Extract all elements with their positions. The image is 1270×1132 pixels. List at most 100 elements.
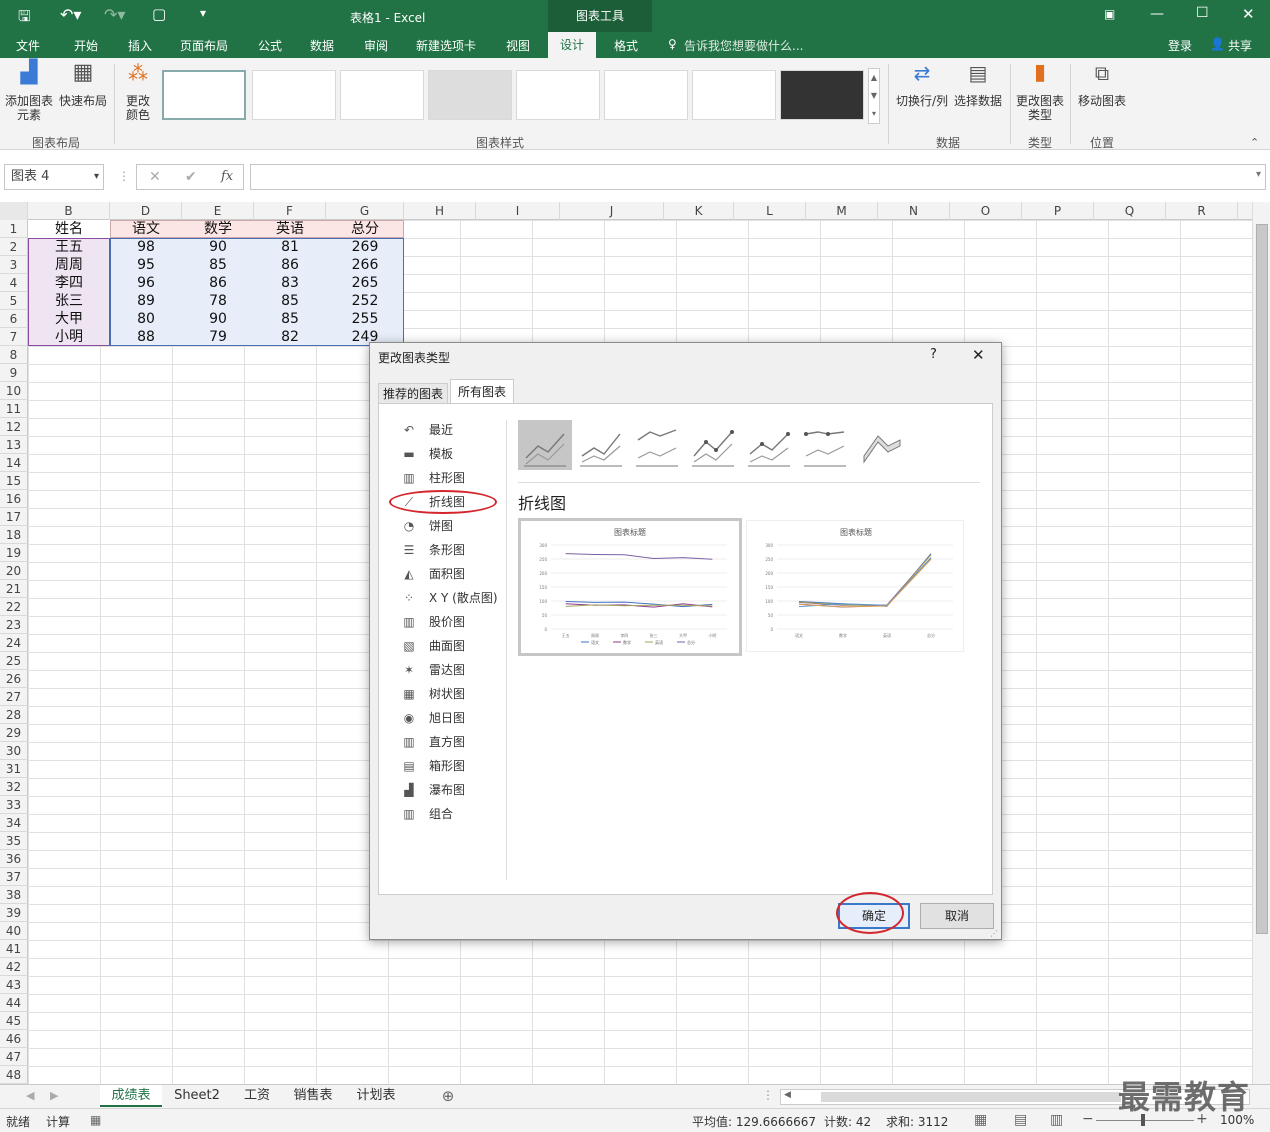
column-header[interactable]: R [1166, 202, 1238, 220]
chart-type-item[interactable]: 旭日图 [429, 708, 465, 728]
row-header[interactable]: 15 [0, 472, 28, 490]
table-cell[interactable]: 80 [110, 310, 182, 328]
sheet-tab[interactable]: 计划表 [348, 1085, 404, 1107]
row-header[interactable]: 32 [0, 778, 28, 796]
chart-type-item[interactable]: 箱形图 [429, 756, 465, 776]
sheet-tab-active[interactable]: 成绩表 [100, 1085, 162, 1107]
add-sheet-icon[interactable]: ⊕ [438, 1085, 458, 1107]
macro-record-icon[interactable]: ▦ [90, 1113, 101, 1127]
table-cell[interactable]: 81 [254, 238, 326, 256]
table-cell[interactable]: 265 [326, 274, 404, 292]
chevron-down-icon[interactable]: ▾ [94, 165, 99, 189]
row-header[interactable]: 45 [0, 1012, 28, 1030]
table-cell[interactable]: 79 [182, 328, 254, 346]
chart-type-item[interactable]: 组合 [429, 804, 453, 824]
sheet-tab[interactable]: 工资 [234, 1085, 280, 1107]
menu-design[interactable]: 设计 [548, 32, 597, 58]
table-cell[interactable]: 大甲 [28, 310, 110, 328]
row-header[interactable]: 35 [0, 832, 28, 850]
table-cell[interactable]: 周周 [28, 256, 110, 274]
row-header[interactable]: 9 [0, 364, 28, 382]
row-header[interactable]: 16 [0, 490, 28, 508]
chart-style-8[interactable] [780, 70, 864, 120]
column-header[interactable]: Q [1094, 202, 1166, 220]
expand-formula-icon[interactable]: ▾ [1256, 169, 1261, 180]
table-cell[interactable]: 89 [110, 292, 182, 310]
subtype-stacked-markers[interactable] [742, 420, 796, 470]
preview-chart-1[interactable]: 图表标题 300 250 200 150 100 50 0 王五 周周 李四 张三 大甲 小明 语文 数学英… [518, 518, 742, 656]
table-cell[interactable]: 269 [326, 238, 404, 256]
ribbon-display-icon[interactable]: ▣ [1104, 7, 1115, 21]
chart-type-item[interactable]: X Y (散点图) [429, 588, 498, 608]
menu-new-tab[interactable]: 新建选项卡 [416, 37, 476, 54]
row-header[interactable]: 22 [0, 598, 28, 616]
resize-grip-icon[interactable]: ⋰ [990, 929, 998, 938]
row-header[interactable]: 37 [0, 868, 28, 886]
row-header[interactable]: 36 [0, 850, 28, 868]
subtype-100-markers[interactable] [798, 420, 852, 470]
subtype-100-line[interactable] [630, 420, 684, 470]
column-header[interactable]: M [806, 202, 878, 220]
row-header[interactable]: 27 [0, 688, 28, 706]
minimize-icon[interactable]: — [1150, 6, 1164, 22]
row-header[interactable]: 43 [0, 976, 28, 994]
table-cell[interactable]: 78 [182, 292, 254, 310]
column-header[interactable]: H [404, 202, 476, 220]
share-icon[interactable]: 👤 [1210, 37, 1225, 51]
formula-input[interactable]: ▾ [250, 164, 1266, 190]
sheet-tab[interactable]: Sheet2 [166, 1085, 228, 1107]
table-cell[interactable]: 98 [110, 238, 182, 256]
login-link[interactable]: 登录 [1168, 37, 1192, 54]
table-cell[interactable]: 86 [254, 256, 326, 274]
column-header[interactable]: K [664, 202, 734, 220]
table-cell[interactable]: 266 [326, 256, 404, 274]
row-header[interactable]: 21 [0, 580, 28, 598]
chart-style-7[interactable] [692, 70, 776, 120]
splitter-icon[interactable]: ⋮ [762, 1088, 774, 1102]
change-colors-button[interactable]: ⁂ 更改颜色 [120, 63, 156, 122]
table-header-cell[interactable]: 总分 [326, 220, 404, 238]
table-header-cell[interactable]: 英语 [254, 220, 326, 238]
row-header[interactable]: 25 [0, 652, 28, 670]
chart-style-5[interactable] [516, 70, 600, 120]
scroll-right-icon[interactable]: ▶ [50, 1089, 58, 1102]
table-cell[interactable]: 85 [182, 256, 254, 274]
menu-page-layout[interactable]: 页面布局 [180, 37, 228, 54]
menu-formulas[interactable]: 公式 [258, 37, 282, 54]
close-icon[interactable]: ✕ [972, 346, 985, 364]
chart-type-item[interactable]: 直方图 [429, 732, 465, 752]
preview-chart-2[interactable]: 图表标题 300 250 200 150 100 50 0 语文 数学 英语 总分 [746, 520, 964, 652]
column-header[interactable]: L [734, 202, 806, 220]
chart-type-item[interactable]: 饼图 [429, 516, 453, 536]
normal-view-icon[interactable]: ▦ [974, 1112, 987, 1128]
chart-style-2[interactable] [252, 70, 336, 120]
table-cell[interactable]: 90 [182, 238, 254, 256]
table-cell[interactable]: 88 [110, 328, 182, 346]
page-layout-view-icon[interactable]: ▤ [1014, 1112, 1027, 1128]
switch-row-col-button[interactable]: ⇄ 切换行/列 [894, 63, 950, 108]
row-header[interactable]: 41 [0, 940, 28, 958]
redo-icon[interactable]: ↷▾ [104, 5, 125, 24]
column-header[interactable]: J [560, 202, 664, 220]
scroll-left-icon[interactable]: ◀ [784, 1090, 791, 1100]
table-cell[interactable]: 95 [110, 256, 182, 274]
row-header[interactable]: 12 [0, 418, 28, 436]
row-header[interactable]: 2 [0, 238, 28, 256]
table-cell[interactable]: 王五 [28, 238, 110, 256]
row-header[interactable]: 38 [0, 886, 28, 904]
row-header[interactable]: 13 [0, 436, 28, 454]
menu-insert[interactable]: 插入 [128, 37, 152, 54]
column-header[interactable]: P [1022, 202, 1094, 220]
vertical-scrollbar[interactable] [1252, 202, 1270, 1084]
subtype-line[interactable] [518, 420, 572, 470]
row-header[interactable]: 7 [0, 328, 28, 346]
function-icon[interactable]: fx [221, 169, 233, 184]
table-cell[interactable]: 96 [110, 274, 182, 292]
table-cell[interactable]: 85 [254, 292, 326, 310]
confirm-icon[interactable]: ✔ [185, 169, 197, 185]
column-header[interactable]: D [110, 202, 182, 220]
table-header-cell[interactable]: 姓名 [28, 220, 110, 238]
chart-style-3[interactable] [340, 70, 424, 120]
row-header[interactable]: 23 [0, 616, 28, 634]
share-button[interactable]: 共享 [1228, 37, 1252, 54]
